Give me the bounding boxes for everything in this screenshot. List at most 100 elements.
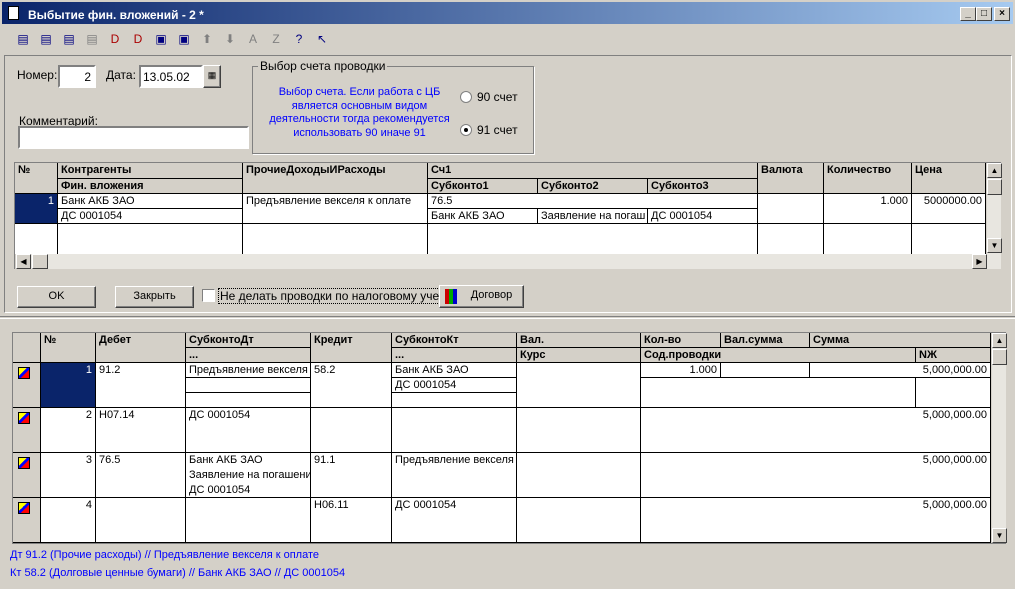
col-valsum[interactable]: Вал.сумма: [721, 333, 810, 348]
entry-subdt-line[interactable]: [186, 393, 310, 407]
entries-vertical-scrollbar[interactable]: ▲ ▼: [991, 333, 1007, 543]
entry-subdt-line[interactable]: Предъявление векселя: [186, 363, 310, 378]
entry-val[interactable]: [517, 498, 641, 543]
scroll-up-icon[interactable]: ▲: [987, 163, 1002, 178]
cell-qty[interactable]: 1.000: [824, 194, 912, 224]
move-left-icon[interactable]: ▣: [151, 30, 171, 48]
entry-subkt-line[interactable]: [392, 408, 516, 423]
entry-sum[interactable]: 5,000,000.00: [641, 498, 991, 543]
sort-asc-icon[interactable]: A: [243, 30, 263, 48]
cell-sub3[interactable]: ДС 0001054: [648, 209, 758, 224]
col-price[interactable]: Цена: [912, 163, 986, 194]
delete-row-icon[interactable]: ▤: [59, 30, 79, 48]
close-button[interactable]: ×: [994, 7, 1010, 21]
entry-credit[interactable]: [311, 408, 392, 453]
col-nj[interactable]: NЖ: [916, 348, 991, 363]
col-subdt-more[interactable]: ...: [186, 348, 311, 363]
help-icon[interactable]: ?: [289, 30, 309, 48]
col-sub2[interactable]: Субконто2: [538, 179, 648, 194]
cell-contragent[interactable]: Банк АКБ ЗАО: [58, 194, 243, 209]
entry-subkt-line[interactable]: ДС 0001054: [392, 498, 516, 513]
cell-sub1[interactable]: Банк АКБ ЗАО: [428, 209, 538, 224]
scroll-up-icon[interactable]: ▲: [992, 333, 1007, 348]
col-sch1[interactable]: Сч1: [428, 163, 758, 179]
no-tax-checkbox[interactable]: [202, 289, 215, 302]
entry-num[interactable]: 3: [41, 453, 96, 498]
entry-nj[interactable]: [916, 378, 991, 408]
upper-horizontal-scrollbar[interactable]: ◀ ▶: [15, 254, 1001, 269]
splitter[interactable]: [0, 316, 1015, 319]
new-row-icon[interactable]: ▤: [13, 30, 33, 48]
entry-subdt-line[interactable]: ДС 0001054: [186, 483, 310, 497]
col-qty[interactable]: Кол-во: [641, 333, 721, 348]
close-form-button[interactable]: Закрыть: [115, 286, 194, 308]
entry-credit[interactable]: 91.1: [311, 453, 392, 498]
scroll-thumb[interactable]: [992, 349, 1007, 365]
entry-subdt-line[interactable]: [186, 378, 310, 393]
copy-row-icon[interactable]: ▤: [82, 30, 102, 48]
add-row-icon[interactable]: ▤: [36, 30, 56, 48]
entry-sum[interactable]: 5,000,000.00: [810, 363, 991, 378]
date-input[interactable]: 13.05.02: [139, 65, 203, 88]
col-other[interactable]: ПрочиеДоходыИРасходы: [243, 163, 428, 194]
col-qty[interactable]: Количество: [824, 163, 912, 194]
move-right-icon[interactable]: ▣: [174, 30, 194, 48]
cell-currency[interactable]: [758, 194, 824, 224]
col-sub1[interactable]: Субконто1: [428, 179, 538, 194]
radio-90[interactable]: [460, 91, 472, 103]
entry-content[interactable]: [641, 378, 916, 408]
cell-sub2[interactable]: Заявление на погаш: [538, 209, 648, 224]
col-subkt-more[interactable]: ...: [392, 348, 517, 363]
col-currency[interactable]: Валюта: [758, 163, 824, 194]
col-sub3[interactable]: Субконто3: [648, 179, 758, 194]
entry-sum[interactable]: 5,000,000.00: [641, 408, 991, 453]
entry-sum[interactable]: 5,000,000.00: [641, 453, 991, 498]
col-debit[interactable]: Дебет: [96, 333, 186, 363]
entry-subkt-line[interactable]: ДС 0001054: [392, 378, 516, 393]
entry-subdt-line[interactable]: ДС 0001054: [186, 408, 310, 423]
entry-credit[interactable]: Н06.11: [311, 498, 392, 543]
col-content[interactable]: Сод.проводки: [641, 348, 916, 363]
number-input[interactable]: 2: [58, 65, 96, 88]
col-subdt[interactable]: СубконтоДт: [186, 333, 311, 348]
entry-valsum[interactable]: [721, 363, 810, 378]
scroll-down-icon[interactable]: ▼: [992, 528, 1007, 543]
scroll-down-icon[interactable]: ▼: [987, 238, 1002, 253]
entry-subkt-line[interactable]: [392, 393, 516, 407]
col-val[interactable]: Вал.: [517, 333, 641, 348]
entry-num[interactable]: 1: [41, 363, 96, 408]
scroll-left-icon[interactable]: ◀: [16, 254, 31, 269]
cell-sch1[interactable]: 76.5: [428, 194, 758, 209]
entry-subkt-line[interactable]: Предъявление векселя: [392, 453, 516, 468]
entry-debit[interactable]: Н07.14: [96, 408, 186, 453]
entry-subkt-line[interactable]: Банк АКБ ЗАО: [392, 363, 516, 378]
hscroll-thumb[interactable]: [32, 254, 48, 269]
no-tax-label[interactable]: Не делать проводки по налоговому учету: [218, 288, 453, 304]
cell-other[interactable]: Предъявление векселя к оплате: [243, 194, 428, 224]
sort-desc-icon[interactable]: Z: [266, 30, 286, 48]
dt-kt-1-icon[interactable]: D: [105, 30, 125, 48]
radio-91[interactable]: [460, 124, 472, 136]
scroll-thumb[interactable]: [987, 179, 1002, 195]
col-contragents[interactable]: Контрагенты: [58, 163, 243, 179]
comment-input[interactable]: [18, 126, 249, 149]
upper-vertical-scrollbar[interactable]: ▲ ▼: [986, 163, 1002, 254]
up-icon[interactable]: ⬆: [197, 30, 217, 48]
entry-val[interactable]: [517, 453, 641, 498]
entry-val[interactable]: [517, 408, 641, 453]
cell-fin[interactable]: ДС 0001054: [58, 209, 243, 224]
scroll-right-icon[interactable]: ▶: [972, 254, 987, 269]
col-num[interactable]: №: [15, 163, 58, 194]
entry-num[interactable]: 4: [41, 498, 96, 543]
entry-qty[interactable]: 1.000: [641, 363, 721, 378]
calendar-button[interactable]: ▦: [203, 65, 221, 88]
contract-button[interactable]: Договор: [439, 285, 524, 308]
entry-num[interactable]: 2: [41, 408, 96, 453]
context-help-icon[interactable]: ↖: [312, 30, 332, 48]
entry-subdt-line[interactable]: Заявление на погашени: [186, 468, 310, 483]
down-icon[interactable]: ⬇: [220, 30, 240, 48]
entry-debit[interactable]: 91.2: [96, 363, 186, 408]
maximize-button[interactable]: □: [976, 7, 992, 21]
entry-debit[interactable]: [96, 498, 186, 543]
col-num[interactable]: №: [41, 333, 96, 363]
